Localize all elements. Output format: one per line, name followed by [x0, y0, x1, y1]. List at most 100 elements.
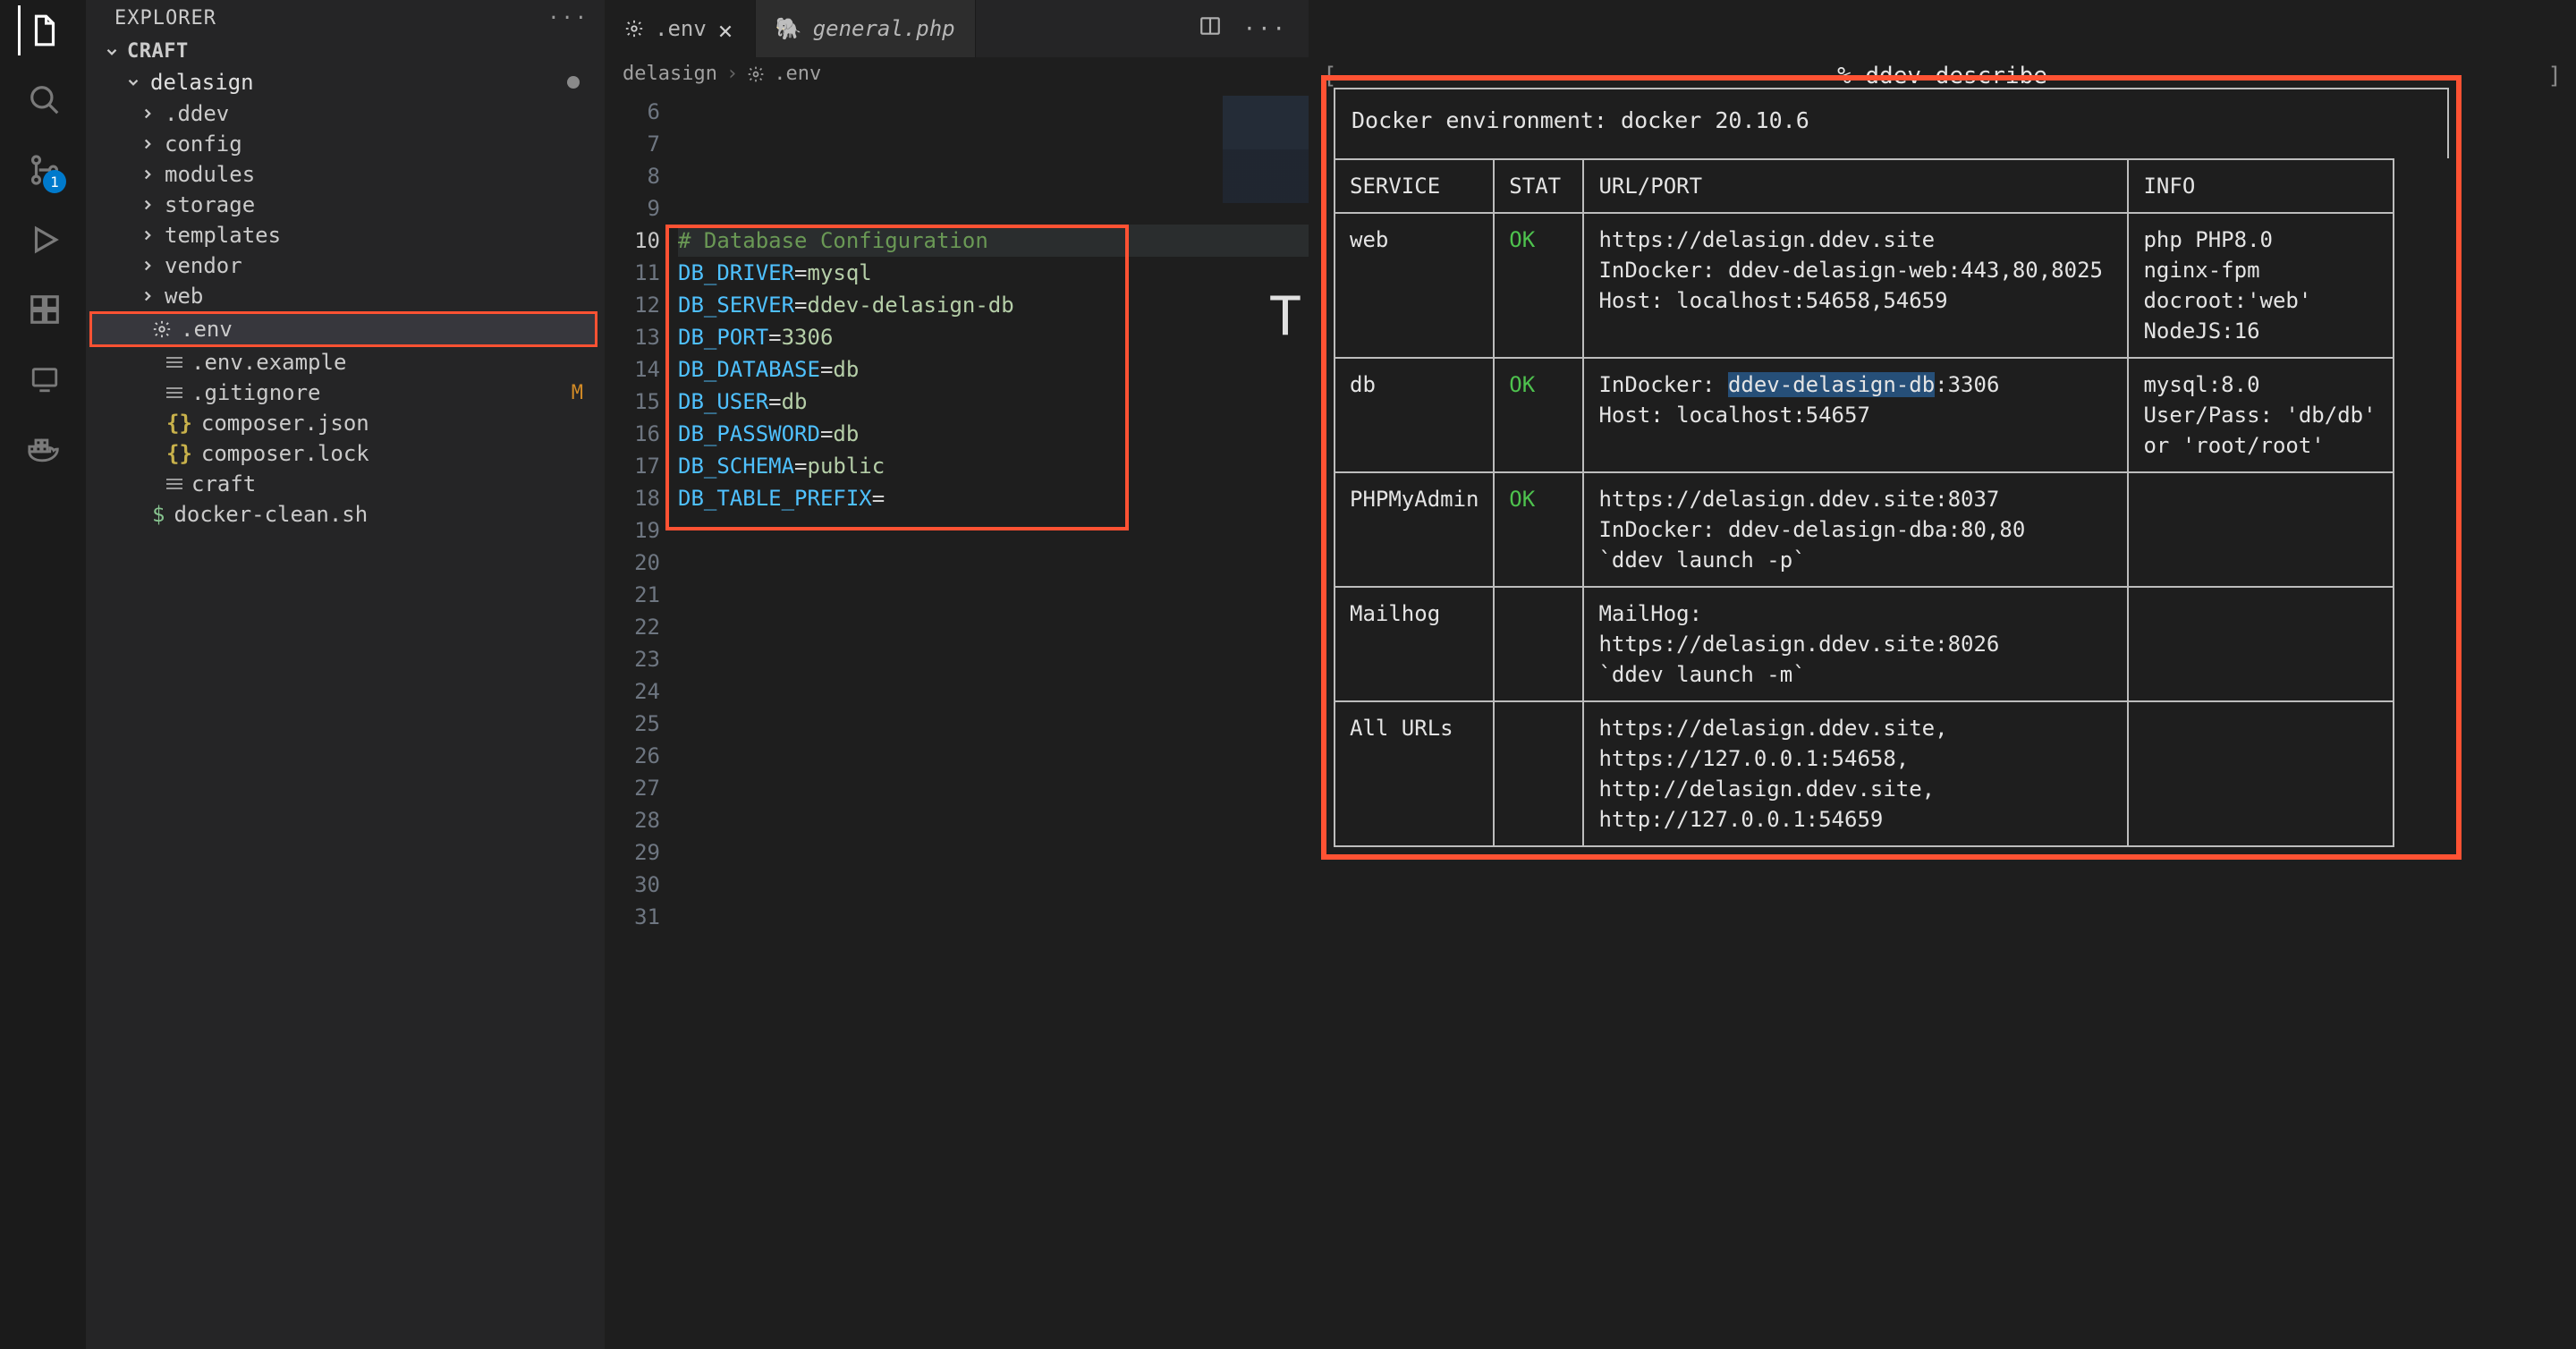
breadcrumb-root: delasign — [623, 63, 717, 85]
table-header-row: SERVICE STAT URL/PORT INFO — [1335, 159, 2394, 213]
tab-bar: .env 🐘 general.php ··· — [605, 0, 1309, 57]
table-row: dbOKInDocker: ddev-delasign-db:3306Host:… — [1335, 358, 2394, 472]
breadcrumb-file: .env — [774, 63, 821, 85]
cell-url: https://delasign.ddev.site:8037InDocker:… — [1583, 472, 2128, 587]
th-info: INFO — [2128, 159, 2394, 213]
tree-item-envexample[interactable]: .env.example — [86, 347, 605, 378]
cell-service: db — [1335, 358, 1494, 472]
tree-item-web[interactable]: web — [86, 281, 605, 311]
activity-bar: 1 — [0, 0, 86, 1349]
explorer-more-icon[interactable]: ··· — [547, 7, 589, 30]
chevron-right-icon — [140, 106, 156, 122]
cell-info: mysql:8.0User/Pass: 'db/db'or 'root/root… — [2128, 358, 2394, 472]
tree-item-gitignore[interactable]: .gitignoreM — [86, 378, 605, 408]
gear-icon — [152, 319, 172, 339]
scm-modified-badge: M — [572, 382, 583, 404]
cell-stat: OK — [1494, 358, 1583, 472]
gear-icon — [624, 19, 644, 38]
tree-item-modules[interactable]: modules — [86, 159, 605, 190]
file-icon — [166, 354, 182, 370]
tab-general-php[interactable]: 🐘 general.php — [756, 0, 976, 57]
cell-info — [2128, 701, 2394, 846]
code-content[interactable]: # Database ConfigurationDB_DRIVER=mysqlD… — [678, 90, 1309, 1349]
folder-root[interactable]: delasign — [86, 66, 605, 98]
line-gutter: 6789101112131415161718192021222324252627… — [605, 90, 678, 1349]
tab-actions: ··· — [1177, 0, 1309, 57]
cell-url: InDocker: ddev-delasign-db:3306Host: loc… — [1583, 358, 2128, 472]
tree-item-config[interactable]: config — [86, 129, 605, 159]
cell-service: PHPMyAdmin — [1335, 472, 1494, 587]
cell-stat: OK — [1494, 213, 1583, 358]
docker-env-line: Docker environment: docker 20.10.6 — [1334, 88, 2449, 158]
explorer-section[interactable]: CRAFT — [86, 37, 605, 66]
activity-extensions-icon[interactable] — [18, 284, 68, 335]
th-stat: STAT — [1494, 159, 1583, 213]
bracket-right: ] — [2547, 63, 2562, 89]
tab-general-label: general.php — [813, 16, 955, 41]
tab-env[interactable]: .env — [605, 0, 756, 57]
cell-stat — [1494, 587, 1583, 701]
minimap[interactable] — [1223, 96, 1309, 212]
editor-group: .env 🐘 general.php ··· delasign — [605, 0, 1309, 1349]
activity-search-icon[interactable] — [18, 75, 68, 125]
editor-more-icon[interactable]: ··· — [1243, 16, 1287, 41]
chevron-right-icon: › — [726, 63, 738, 85]
section-label: CRAFT — [127, 40, 189, 63]
tree-item-env[interactable]: .env — [89, 311, 597, 347]
root-folder-label: delasign — [150, 70, 254, 95]
activity-docker-icon[interactable] — [18, 424, 68, 474]
tree-item-dockercleansh[interactable]: $docker-clean.sh — [86, 499, 605, 530]
table-row: webOKhttps://delasign.ddev.siteInDocker:… — [1335, 213, 2394, 358]
th-url: URL/PORT — [1583, 159, 2128, 213]
dollar-icon: $ — [152, 502, 165, 527]
big-t-glyph: T — [1269, 285, 1301, 348]
chevron-right-icon — [140, 288, 156, 304]
file-icon — [166, 476, 182, 492]
cell-service: web — [1335, 213, 1494, 358]
tree-item-templates[interactable]: templates — [86, 220, 605, 250]
cell-url: https://delasign.ddev.siteInDocker: ddev… — [1583, 213, 2128, 358]
activity-scm-icon[interactable]: 1 — [18, 145, 68, 195]
th-service: SERVICE — [1335, 159, 1494, 213]
scm-badge: 1 — [43, 170, 66, 193]
highlight-box-terminal: Docker environment: docker 20.10.6 SERVI… — [1321, 75, 2462, 860]
json-icon: {} — [166, 441, 192, 466]
file-tree: .ddevconfigmodulesstoragetemplatesvendor… — [86, 98, 605, 530]
close-icon[interactable] — [717, 20, 735, 38]
cell-url: MailHog: https://delasign.ddev.site:8026… — [1583, 587, 2128, 701]
cell-url: https://delasign.ddev.site,https://127.0… — [1583, 701, 2128, 846]
php-file-icon: 🐘 — [775, 16, 802, 41]
tab-env-label: .env — [655, 16, 707, 41]
activity-remote-icon[interactable] — [18, 354, 68, 404]
activity-run-icon[interactable] — [18, 215, 68, 265]
tree-item-vendor[interactable]: vendor — [86, 250, 605, 281]
breadcrumb[interactable]: delasign › .env — [605, 57, 1309, 90]
activity-explorer-icon[interactable] — [18, 5, 68, 55]
terminal-pane: [ ] % ddev describe Docker environment: … — [1309, 0, 2576, 1349]
cell-info: php PHP8.0nginx-fpmdocroot:'web'NodeJS:1… — [2128, 213, 2394, 358]
vscode-window: 1 EXPLORER ··· CRAFT — [0, 0, 1309, 1349]
explorer-panel: EXPLORER ··· CRAFT delasign .ddevconfigm… — [86, 0, 605, 1349]
split-editor-icon[interactable] — [1199, 14, 1222, 43]
chevron-right-icon — [140, 227, 156, 243]
cell-service: Mailhog — [1335, 587, 1494, 701]
chevron-right-icon — [140, 166, 156, 182]
explorer-title: EXPLORER — [114, 7, 216, 30]
ddev-describe-table: SERVICE STAT URL/PORT INFO webOKhttps://… — [1334, 158, 2394, 847]
tree-item-storage[interactable]: storage — [86, 190, 605, 220]
code-area[interactable]: 6789101112131415161718192021222324252627… — [605, 90, 1309, 1349]
cell-info — [2128, 472, 2394, 587]
tree-item-composerjson[interactable]: {}composer.json — [86, 408, 605, 438]
explorer-header: EXPLORER ··· — [86, 0, 605, 37]
json-icon: {} — [166, 411, 192, 436]
table-row: All URLshttps://delasign.ddev.site,https… — [1335, 701, 2394, 846]
unsaved-indicator-icon — [567, 76, 580, 89]
cell-info — [2128, 587, 2394, 701]
chevron-right-icon — [140, 258, 156, 274]
tree-item-ddev[interactable]: .ddev — [86, 98, 605, 129]
table-row: PHPMyAdminOKhttps://delasign.ddev.site:8… — [1335, 472, 2394, 587]
tree-item-composerlock[interactable]: {}composer.lock — [86, 438, 605, 469]
tree-item-craft[interactable]: craft — [86, 469, 605, 499]
file-icon — [166, 385, 182, 401]
chevron-right-icon — [140, 197, 156, 213]
